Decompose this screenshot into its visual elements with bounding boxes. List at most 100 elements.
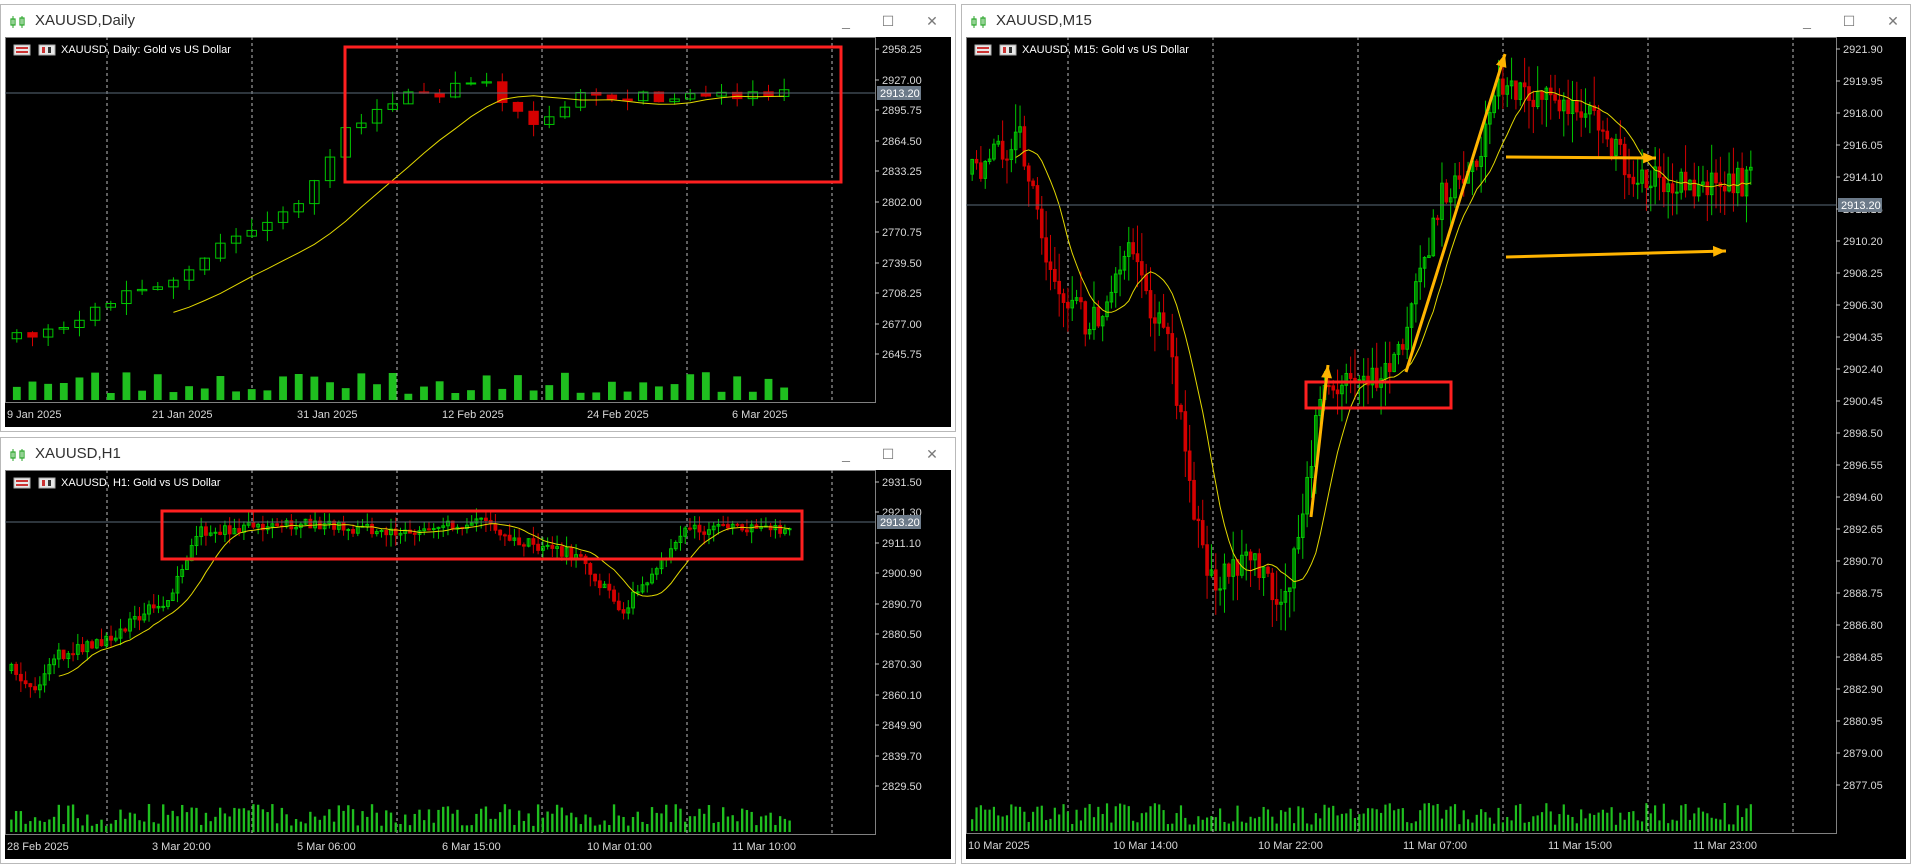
y-tick-label: 2898.50 bbox=[1843, 428, 1883, 440]
candle-body bbox=[1644, 169, 1649, 189]
candle-body bbox=[479, 517, 484, 520]
x-tick-label: 12 Feb 2025 bbox=[442, 409, 504, 421]
candle-body bbox=[1039, 208, 1044, 239]
candle-body bbox=[1609, 138, 1614, 157]
candle-body bbox=[1135, 253, 1140, 263]
current-price-label: 2913.20 bbox=[1841, 200, 1881, 212]
candle-body bbox=[33, 686, 38, 691]
candle-body bbox=[593, 573, 597, 582]
candle-body bbox=[578, 554, 583, 557]
close-button[interactable]: ✕ bbox=[919, 442, 945, 466]
y-tick-label: 2829.50 bbox=[882, 781, 922, 793]
y-tick-label: 2877.05 bbox=[1843, 780, 1883, 792]
candle-body bbox=[213, 531, 218, 534]
maximize-button[interactable]: ☐ bbox=[875, 442, 901, 466]
y-tick-label: 2910.20 bbox=[1843, 236, 1883, 248]
candle-body bbox=[607, 583, 612, 591]
x-tick-label: 6 Mar 2025 bbox=[732, 409, 788, 421]
candle-body bbox=[1270, 572, 1275, 601]
x-tick-label: 10 Mar 22:00 bbox=[1258, 840, 1323, 852]
candle-body bbox=[979, 162, 983, 179]
candle-body bbox=[227, 525, 232, 535]
chart-area[interactable]: 2931.50 2921.30 2911.10 2900.90 2890.70 2880.… bbox=[5, 470, 951, 859]
price-chart-svg: 2921.902919.952918.002916.052914.102912.… bbox=[966, 37, 1883, 852]
x-tick-label: 21 Jan 2025 bbox=[152, 409, 213, 421]
candle-body bbox=[507, 534, 512, 541]
candle-body bbox=[1327, 385, 1331, 388]
chart-area[interactable]: 2958.25 2927.00 2895.75 2864.50 2833.25 2802.… bbox=[5, 37, 951, 427]
x-tick-label: 5 Mar 06:00 bbox=[297, 841, 356, 853]
level-arrow-head bbox=[1643, 152, 1656, 164]
candle-body bbox=[1179, 404, 1183, 413]
candle-body bbox=[778, 524, 783, 534]
chart-area[interactable]: 2921.902919.952918.002916.052914.102912.… bbox=[966, 37, 1906, 859]
window-titlebar[interactable]: XAUUSD,H1 _ ☐ ✕ bbox=[1, 438, 955, 470]
window-titlebar[interactable]: XAUUSD,M15 _ ☐ ✕ bbox=[962, 5, 1910, 37]
candle-body bbox=[1548, 87, 1553, 96]
y-tick-label: 2890.70 bbox=[1843, 556, 1883, 568]
close-button[interactable]: ✕ bbox=[1880, 9, 1906, 33]
candle-body bbox=[1079, 297, 1083, 303]
x-tick-label: 11 Mar 07:00 bbox=[1403, 840, 1467, 852]
candle-body bbox=[1083, 301, 1088, 335]
chart-window-m15[interactable]: XAUUSD,M15 _ ☐ ✕ 2921.90 2919.95 2918.00 29… bbox=[961, 4, 1911, 864]
trend-arrow bbox=[1404, 53, 1507, 373]
moving-average-line bbox=[58, 523, 790, 677]
candle-body bbox=[1096, 306, 1101, 327]
symbol-description: XAUUSD, H1: Gold vs US Dollar bbox=[61, 477, 221, 489]
minimize-button[interactable]: _ bbox=[1794, 9, 1820, 33]
minimize-button[interactable]: _ bbox=[833, 9, 859, 33]
candle-body bbox=[1566, 99, 1570, 114]
candle-body bbox=[27, 332, 38, 338]
y-tick-label: 2927.00 bbox=[882, 75, 922, 87]
maximize-button[interactable]: ☐ bbox=[875, 9, 901, 33]
candlestick-icon bbox=[10, 448, 26, 466]
candle-body bbox=[635, 591, 640, 594]
chart-window-daily[interactable]: XAUUSD,Daily _ ☐ ✕ 2958.25 2927.00 2895.75… bbox=[0, 4, 956, 432]
candle-body bbox=[1205, 544, 1209, 576]
level-arrow bbox=[1505, 249, 1727, 259]
x-tick-label: 31 Jan 2025 bbox=[297, 409, 358, 421]
candle-body bbox=[71, 653, 75, 656]
y-tick-label: 2919.95 bbox=[1843, 76, 1883, 88]
chart-window-h1[interactable]: XAUUSD,H1 _ ☐ ✕ 2931.50 2921.30 2911.10 290… bbox=[0, 437, 956, 864]
candle-body bbox=[726, 524, 730, 529]
candle-body bbox=[384, 529, 389, 536]
candle-body bbox=[1622, 143, 1627, 176]
y-tick-label: 2888.75 bbox=[1843, 588, 1883, 600]
close-button[interactable]: ✕ bbox=[919, 9, 945, 33]
candle-body bbox=[1274, 599, 1279, 605]
price-chart-svg: 2958.25 2927.00 2895.75 2864.50 2833.25 2802.… bbox=[5, 37, 922, 421]
maximize-button[interactable]: ☐ bbox=[1836, 9, 1862, 33]
candle-body bbox=[1705, 181, 1710, 196]
y-tick-label: 2886.80 bbox=[1843, 620, 1883, 632]
candle-body bbox=[1635, 182, 1640, 185]
candle-body bbox=[1183, 411, 1188, 452]
candle-body bbox=[351, 529, 355, 534]
candle-body bbox=[616, 600, 621, 611]
candle-body bbox=[702, 531, 707, 535]
candlestick-icon bbox=[10, 15, 26, 33]
trend-arrow-head bbox=[1495, 54, 1507, 68]
symbol-description: XAUUSD, M15: Gold vs US Dollar bbox=[1022, 44, 1189, 56]
candle-body bbox=[1005, 158, 1009, 161]
y-tick-label: 2864.50 bbox=[882, 136, 922, 148]
y-tick-label: 2880.50 bbox=[882, 629, 922, 641]
candle-body bbox=[1692, 179, 1697, 197]
window-title: XAUUSD,H1 bbox=[35, 445, 121, 462]
candle-body bbox=[23, 680, 28, 685]
y-tick-label: 2880.95 bbox=[1843, 716, 1883, 728]
candle-body bbox=[123, 628, 128, 632]
candle-body bbox=[1627, 174, 1631, 178]
window-titlebar[interactable]: XAUUSD,Daily _ ☐ ✕ bbox=[1, 5, 955, 37]
candle-body bbox=[1514, 80, 1518, 100]
candle-body bbox=[744, 529, 749, 533]
candle-body bbox=[1248, 551, 1253, 561]
candle-body bbox=[688, 527, 692, 530]
candle-body bbox=[1174, 356, 1179, 406]
candle-body bbox=[517, 537, 522, 546]
candle-body bbox=[1683, 171, 1688, 191]
y-tick-label: 2900.90 bbox=[882, 568, 922, 580]
candle-body bbox=[109, 635, 113, 641]
minimize-button[interactable]: _ bbox=[833, 442, 859, 466]
